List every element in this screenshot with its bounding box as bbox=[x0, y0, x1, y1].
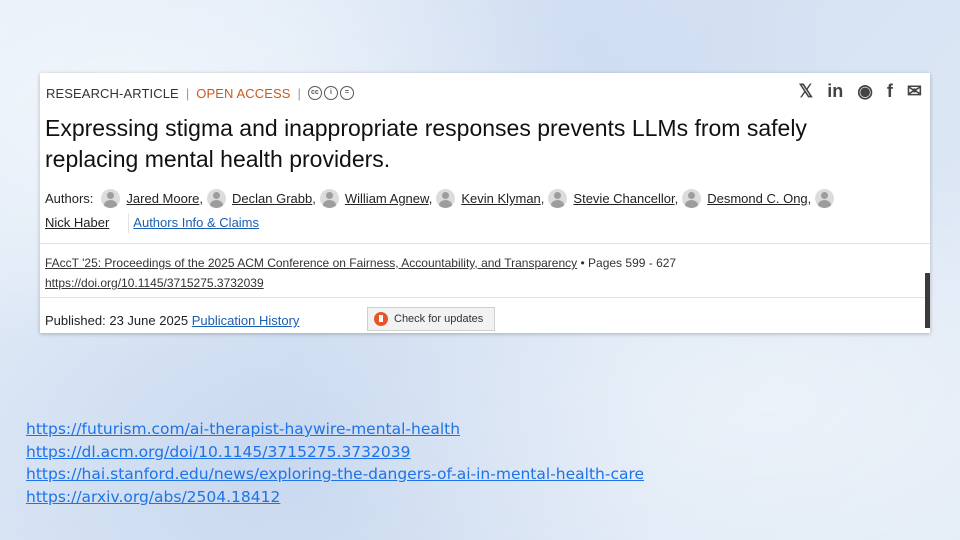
scrollbar-edge bbox=[925, 273, 930, 328]
published-date: 23 June 2025 bbox=[109, 313, 189, 328]
avatar bbox=[319, 189, 339, 208]
source-link[interactable]: https://futurism.com/ai-therapist-haywir… bbox=[26, 418, 644, 441]
authors-label: Authors: bbox=[45, 191, 94, 206]
avatar bbox=[101, 189, 121, 208]
divider bbox=[40, 243, 930, 244]
author-link[interactable]: Jared Moore bbox=[126, 191, 199, 206]
author-link[interactable]: Declan Grabb bbox=[232, 191, 312, 206]
avatar bbox=[548, 189, 568, 208]
bookmark-icon bbox=[374, 312, 388, 326]
share-bar: 𝕏 in ◉ f ✉ bbox=[799, 81, 922, 102]
avatar bbox=[436, 189, 456, 208]
check-for-updates-button[interactable]: Check for updates bbox=[367, 307, 495, 331]
venue-block: FAccT '25: Proceedings of the 2025 ACM C… bbox=[45, 256, 677, 290]
divider bbox=[40, 297, 930, 298]
author-link[interactable]: Stevie Chancellor bbox=[573, 191, 674, 206]
avatar bbox=[207, 189, 227, 208]
author-link[interactable]: Desmond C. Ong bbox=[707, 191, 807, 206]
article-title: Expressing stigma and inappropriate resp… bbox=[45, 115, 807, 172]
author-link[interactable]: Nick Haber bbox=[45, 215, 109, 230]
source-link[interactable]: https://arxiv.org/abs/2504.18412 bbox=[26, 486, 644, 509]
pages-text: Pages 599 - 627 bbox=[588, 256, 677, 270]
published-row: Published: 23 June 2025 Publication Hist… bbox=[45, 313, 300, 328]
email-icon[interactable]: ✉ bbox=[907, 81, 922, 102]
check-updates-label: Check for updates bbox=[394, 313, 484, 325]
divider bbox=[128, 213, 129, 233]
meta-separator: | bbox=[297, 85, 301, 101]
nd-icon: = bbox=[339, 86, 354, 100]
reddit-icon[interactable]: ◉ bbox=[857, 81, 873, 102]
avatar bbox=[815, 189, 835, 208]
article-type: RESEARCH-ARTICLE bbox=[46, 85, 179, 101]
author-link[interactable]: Kevin Klyman bbox=[461, 191, 540, 206]
source-link[interactable]: https://dl.acm.org/doi/10.1145/3715275.3… bbox=[26, 441, 644, 464]
published-label: Published bbox=[45, 313, 103, 328]
meta-separator: | bbox=[185, 85, 190, 101]
license-icons[interactable]: cc i = bbox=[307, 86, 354, 100]
x-icon[interactable]: 𝕏 bbox=[799, 81, 814, 102]
cc-icon: cc bbox=[307, 86, 322, 100]
authors-list: Authors: Jared Moore, Declan Grabb, William… bbox=[45, 187, 925, 235]
doi-link[interactable]: https://doi.org/10.1145/3715275.3732039 bbox=[45, 276, 264, 290]
facebook-icon[interactable]: f bbox=[887, 81, 893, 102]
source-link[interactable]: https://hai.stanford.edu/news/exploring-… bbox=[26, 463, 644, 486]
open-access-badge[interactable]: OPEN ACCESS bbox=[196, 86, 290, 101]
article-meta-row: RESEARCH-ARTICLE | OPEN ACCESS | cc i = bbox=[46, 83, 354, 103]
authors-info-link[interactable]: Authors Info & Claims bbox=[133, 215, 259, 230]
author-link[interactable]: William Agnew bbox=[345, 191, 429, 206]
by-icon: i bbox=[323, 86, 338, 100]
source-links: https://futurism.com/ai-therapist-haywir… bbox=[26, 418, 644, 508]
linkedin-icon[interactable]: in bbox=[827, 81, 843, 102]
venue-link[interactable]: FAccT '25: Proceedings of the 2025 ACM C… bbox=[45, 256, 577, 270]
avatar bbox=[682, 189, 702, 208]
article-screenshot-card: RESEARCH-ARTICLE | OPEN ACCESS | cc i = … bbox=[40, 73, 930, 333]
publication-history-link[interactable]: Publication History bbox=[192, 313, 300, 328]
